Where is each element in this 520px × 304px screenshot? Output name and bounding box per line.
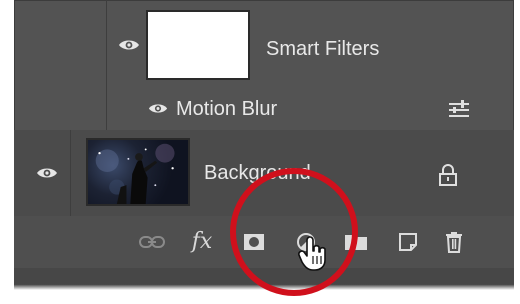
- link-icon: [139, 235, 165, 249]
- new-layer-icon: [398, 232, 418, 252]
- motion-blur-row[interactable]: Motion Blur: [14, 88, 514, 130]
- trash-icon: [444, 231, 464, 253]
- visibility-column-divider: [106, 88, 107, 130]
- eye-icon[interactable]: [36, 166, 58, 180]
- smart-filters-label: Smart Filters: [266, 38, 380, 60]
- new-layer-button[interactable]: [394, 228, 422, 256]
- blending-options-icon[interactable]: [448, 100, 470, 118]
- fx-icon: fx: [191, 229, 213, 254]
- eye-icon[interactable]: [118, 38, 140, 52]
- highlight-circle-annotation: [230, 168, 358, 296]
- smart-filters-row[interactable]: Smart Filters: [14, 0, 514, 88]
- add-layer-style-button[interactable]: fx: [188, 228, 216, 256]
- hand-cursor-icon: [298, 236, 328, 272]
- background-layer-thumbnail[interactable]: [86, 138, 190, 206]
- link-layers-button[interactable]: [138, 228, 166, 256]
- motion-blur-label[interactable]: Motion Blur: [176, 98, 277, 121]
- eye-icon[interactable]: [148, 102, 168, 115]
- delete-layer-button[interactable]: [440, 228, 468, 256]
- smart-filters-thumbnail[interactable]: [146, 10, 250, 80]
- visibility-column-divider: [106, 0, 107, 88]
- visibility-column-divider: [70, 130, 71, 216]
- lock-icon[interactable]: [438, 164, 458, 186]
